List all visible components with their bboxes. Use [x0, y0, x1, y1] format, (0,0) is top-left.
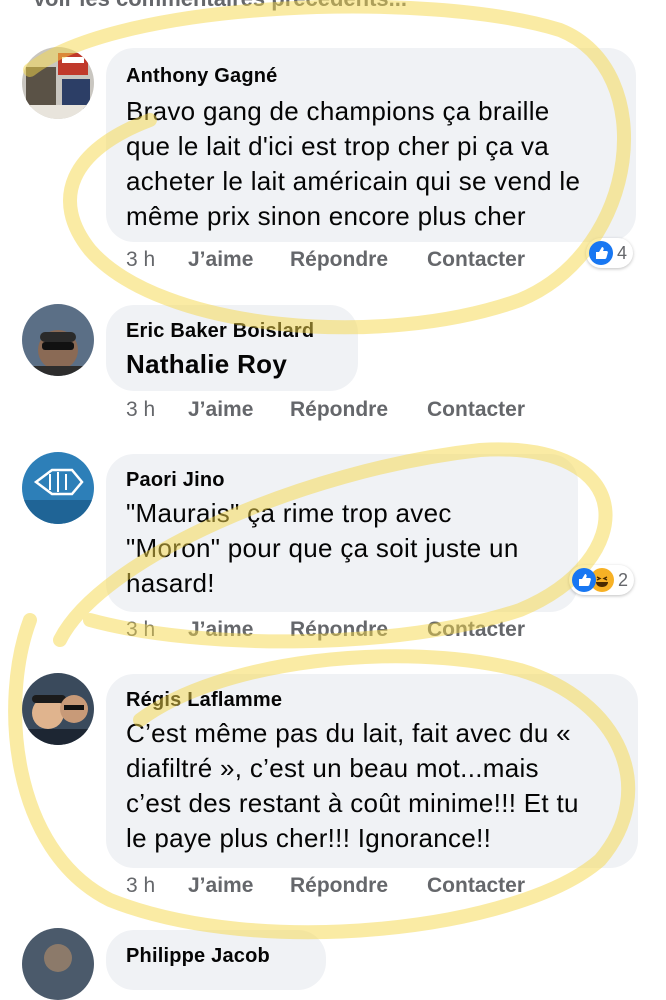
reaction-count: 4	[617, 242, 628, 263]
comment-actions: 3 h J’aime Répondre Contacter	[126, 874, 525, 898]
like-button[interactable]: J’aime	[188, 248, 290, 272]
avatar[interactable]	[22, 452, 94, 524]
comment-timestamp[interactable]: 3 h	[126, 398, 188, 422]
contact-button[interactable]: Contacter	[427, 398, 525, 422]
comment-timestamp[interactable]: 3 h	[126, 618, 188, 642]
avatar[interactable]	[22, 673, 94, 745]
comment-author[interactable]: Philippe Jacob	[126, 942, 306, 970]
like-reaction-icon	[572, 568, 596, 592]
like-button[interactable]: J’aime	[188, 398, 290, 422]
comment-author[interactable]: Anthony Gagné	[126, 62, 616, 90]
comment-text: "Maurais" ça rime trop avec "Moron" pour…	[126, 498, 519, 598]
comment-bubble: Eric Baker Boislard Nathalie Roy	[106, 305, 358, 391]
reaction-count: 2	[618, 569, 629, 590]
previous-comments-link[interactable]: Voir les commentaires précédents...	[32, 0, 407, 12]
avatar[interactable]	[22, 928, 94, 1000]
comment-bubble: Anthony Gagné Bravo gang de champions ça…	[106, 48, 636, 242]
avatar[interactable]	[22, 47, 94, 119]
comment-bubble: Paori Jino "Maurais" ça rime trop avec "…	[106, 454, 578, 612]
contact-button[interactable]: Contacter	[427, 618, 525, 642]
like-button[interactable]: J’aime	[188, 618, 290, 642]
reply-button[interactable]: Répondre	[290, 874, 427, 898]
reply-button[interactable]: Répondre	[290, 618, 427, 642]
comment-text: Nathalie Roy	[126, 349, 288, 379]
like-reaction-icon	[589, 241, 613, 265]
comment-timestamp[interactable]: 3 h	[126, 248, 188, 272]
comment-text: Bravo gang de champions ça braille que l…	[126, 96, 581, 231]
reaction-summary[interactable]: 4	[586, 238, 634, 268]
contact-button[interactable]: Contacter	[427, 874, 525, 898]
comment-actions: 3 h J’aime Répondre Contacter	[126, 618, 525, 642]
avatar[interactable]	[22, 304, 94, 376]
reply-button[interactable]: Répondre	[290, 398, 427, 422]
comment-author[interactable]: Régis Laflamme	[126, 686, 618, 714]
contact-button[interactable]: Contacter	[427, 248, 525, 272]
comment-actions: 3 h J’aime Répondre Contacter	[126, 248, 525, 272]
comment-text: C’est même pas du lait, fait avec du « d…	[126, 718, 579, 853]
comment-bubble: Régis Laflamme C’est même pas du lait, f…	[106, 674, 638, 868]
reply-button[interactable]: Répondre	[290, 248, 427, 272]
comment-actions: 3 h J’aime Répondre Contacter	[126, 398, 525, 422]
comment-author[interactable]: Eric Baker Boislard	[126, 317, 338, 345]
comment-bubble: Philippe Jacob	[106, 930, 326, 990]
reaction-summary[interactable]: 2	[569, 565, 635, 595]
comment-timestamp[interactable]: 3 h	[126, 874, 188, 898]
like-button[interactable]: J’aime	[188, 874, 290, 898]
comment-author[interactable]: Paori Jino	[126, 466, 558, 494]
